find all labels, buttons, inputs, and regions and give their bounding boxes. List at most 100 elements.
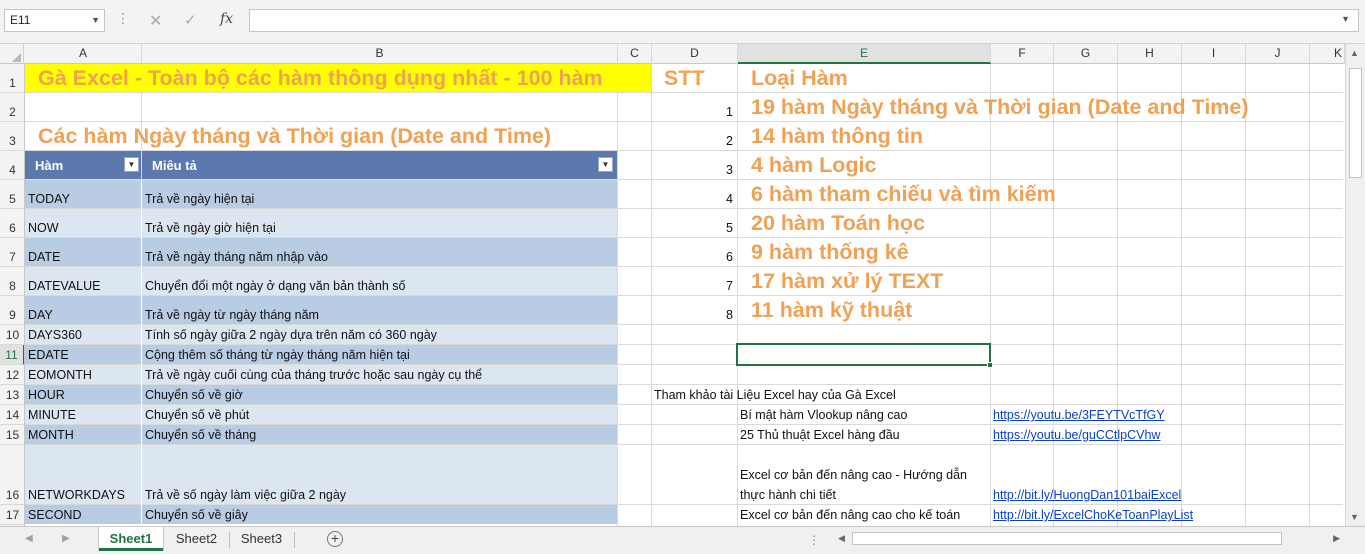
table-row [25, 405, 617, 424]
category-label: 14 hàm thông tin [751, 123, 923, 148]
reference-label: 25 Thủ thuật Excel hàng đầu [740, 428, 900, 442]
row-header[interactable]: 10 [0, 325, 24, 345]
table-cell-func: DATEVALUE [28, 279, 101, 293]
row-header[interactable]: 1 [0, 64, 24, 93]
scroll-up-icon[interactable]: ▲ [1350, 48, 1359, 58]
column-header-e[interactable]: E [738, 44, 991, 64]
cancel-icon[interactable]: ✕ [149, 11, 162, 31]
table-row [25, 385, 617, 404]
name-box[interactable]: E11 ▼ [4, 9, 105, 32]
active-cell-selection[interactable] [736, 343, 993, 368]
table-cell-func: NETWORKDAYS [28, 488, 125, 502]
row-header[interactable]: 3 [0, 122, 24, 151]
select-all-button[interactable] [0, 44, 24, 64]
table-cell-func: EDATE [28, 348, 69, 362]
table-header-label: Miêu tả [152, 157, 197, 173]
row-header[interactable]: 16 [0, 445, 24, 505]
category-label: 17 hàm xử lý TEXT [751, 268, 944, 293]
horizontal-scroll-thumb[interactable] [852, 532, 1282, 545]
references-heading: Tham khảo tài Liệu Excel hay của Gà Exce… [654, 388, 896, 402]
table-cell-func: SECOND [28, 508, 82, 522]
column-header-g[interactable]: G [1054, 44, 1118, 64]
table-header-label: Hàm [35, 157, 64, 173]
horizontal-scrollbar[interactable]: ◀ ▶ [834, 530, 1344, 548]
table-cell-desc: Chuyển số về phút [145, 408, 250, 422]
scroll-down-icon[interactable]: ▼ [1350, 512, 1359, 522]
table-row [25, 505, 617, 524]
row-header[interactable]: 8 [0, 267, 24, 296]
table-row [25, 296, 617, 324]
row-header[interactable]: 2 [0, 93, 24, 122]
reference-link[interactable]: http://bit.ly/HuongDan101baiExcel [990, 445, 1181, 504]
tab-split-handle-icon[interactable]: ⋮ [808, 533, 820, 547]
column-header-i[interactable]: I [1182, 44, 1246, 64]
add-sheet-icon[interactable]: + [327, 531, 343, 547]
column-header-a[interactable]: A [25, 44, 142, 64]
sheet-tab-sheet3[interactable]: Sheet3 [230, 527, 293, 551]
column-header-f[interactable]: F [991, 44, 1054, 64]
row-header[interactable]: 9 [0, 296, 24, 325]
table-header-desc[interactable]: Miêu tả ▼ [142, 151, 617, 179]
table-row [25, 209, 617, 237]
reference-label: Bí mật hàm Vlookup nâng cao [740, 408, 908, 422]
row-header[interactable]: 15 [0, 425, 24, 445]
insert-function-icon[interactable]: fx [220, 11, 233, 27]
row-header[interactable]: 11 [0, 345, 24, 365]
table-header-func[interactable]: Hàm ▼ [25, 151, 141, 179]
chevron-left-icon[interactable]: ◀ [25, 533, 33, 544]
table-cell-desc: Cộng thêm số tháng từ ngày tháng năm hiệ… [145, 348, 410, 362]
column-header-b[interactable]: B [142, 44, 618, 64]
more-options-icon[interactable]: ⋮ [116, 10, 130, 27]
stt-number: 1 [726, 105, 733, 119]
fill-handle[interactable] [987, 362, 993, 368]
row-header[interactable]: 5 [0, 180, 24, 209]
cell-grid[interactable]: Gà Excel - Toàn bộ các hàm thông dụng nh… [25, 64, 1343, 526]
row-header[interactable]: 17 [0, 505, 24, 525]
table-cell-desc: Trả về ngày cuối cùng của tháng trước ho… [145, 368, 483, 382]
table-cell-desc: Tính số ngày giữa 2 ngày dựa trên năm có… [145, 328, 437, 342]
reference-label: thực hành chi tiết [740, 488, 836, 502]
formula-bar: E11 ▼ ⋮ ✕ ✓ fx ▼ [0, 0, 1365, 44]
column-header-c[interactable]: C [618, 44, 652, 64]
stt-number: 6 [726, 250, 733, 264]
table-cell-desc: Trả về ngày từ ngày tháng năm [145, 308, 319, 322]
stt-number: 7 [726, 279, 733, 293]
reference-link[interactable]: http://bit.ly/ExcelChoKeToanPlayList [990, 505, 1193, 524]
column-header-k[interactable]: K [1310, 44, 1345, 64]
scroll-left-icon[interactable]: ◀ [838, 533, 845, 544]
table-cell-func: EOMONTH [28, 368, 92, 382]
row-header[interactable]: 12 [0, 365, 24, 385]
row-header[interactable]: 13 [0, 385, 24, 405]
row-headers: 1 2 3 4 5 6 7 8 9 10 11 12 13 14 15 16 1… [0, 64, 25, 526]
column-header-j[interactable]: J [1246, 44, 1310, 64]
filter-dropdown-icon[interactable]: ▼ [598, 157, 613, 172]
chevron-right-icon[interactable]: ▶ [62, 533, 70, 544]
stt-number: 5 [726, 221, 733, 235]
row-header[interactable]: 4 [0, 151, 24, 180]
column-header-d[interactable]: D [652, 44, 738, 64]
table-cell-desc: Chuyển số về tháng [145, 428, 257, 442]
vertical-scroll-thumb[interactable] [1349, 68, 1362, 178]
sheet-tab-sheet2[interactable]: Sheet2 [165, 527, 228, 551]
column-header-h[interactable]: H [1118, 44, 1182, 64]
table-cell-func: HOUR [28, 388, 65, 402]
category-label: 20 hàm Toán học [751, 210, 926, 235]
reference-link[interactable]: https://youtu.be/3FEYTVcTfGY [990, 405, 1165, 424]
category-label: 4 hàm Logic [751, 152, 877, 177]
row-header[interactable]: 6 [0, 209, 24, 238]
chevron-down-icon[interactable]: ▼ [91, 10, 100, 31]
category-label: 19 hàm Ngày tháng và Thời gian (Date and… [751, 94, 1249, 119]
sheet-tab-sheet1[interactable]: Sheet1 [99, 527, 163, 551]
section-title: Các hàm Ngày tháng và Thời gian (Date an… [38, 123, 552, 148]
scroll-right-icon[interactable]: ▶ [1333, 533, 1340, 544]
enter-icon[interactable]: ✓ [184, 11, 197, 29]
table-row [25, 425, 617, 444]
vertical-scrollbar[interactable]: ▲ ▼ [1345, 44, 1365, 526]
filter-dropdown-icon[interactable]: ▼ [124, 157, 139, 172]
row-header[interactable]: 7 [0, 238, 24, 267]
category-label: 11 hàm kỹ thuật [751, 297, 913, 322]
row-header[interactable]: 14 [0, 405, 24, 425]
chevron-down-icon[interactable]: ▼ [1341, 14, 1350, 24]
formula-input[interactable]: ▼ [249, 9, 1359, 32]
reference-link[interactable]: https://youtu.be/guCCtlpCVhw [990, 425, 1160, 444]
